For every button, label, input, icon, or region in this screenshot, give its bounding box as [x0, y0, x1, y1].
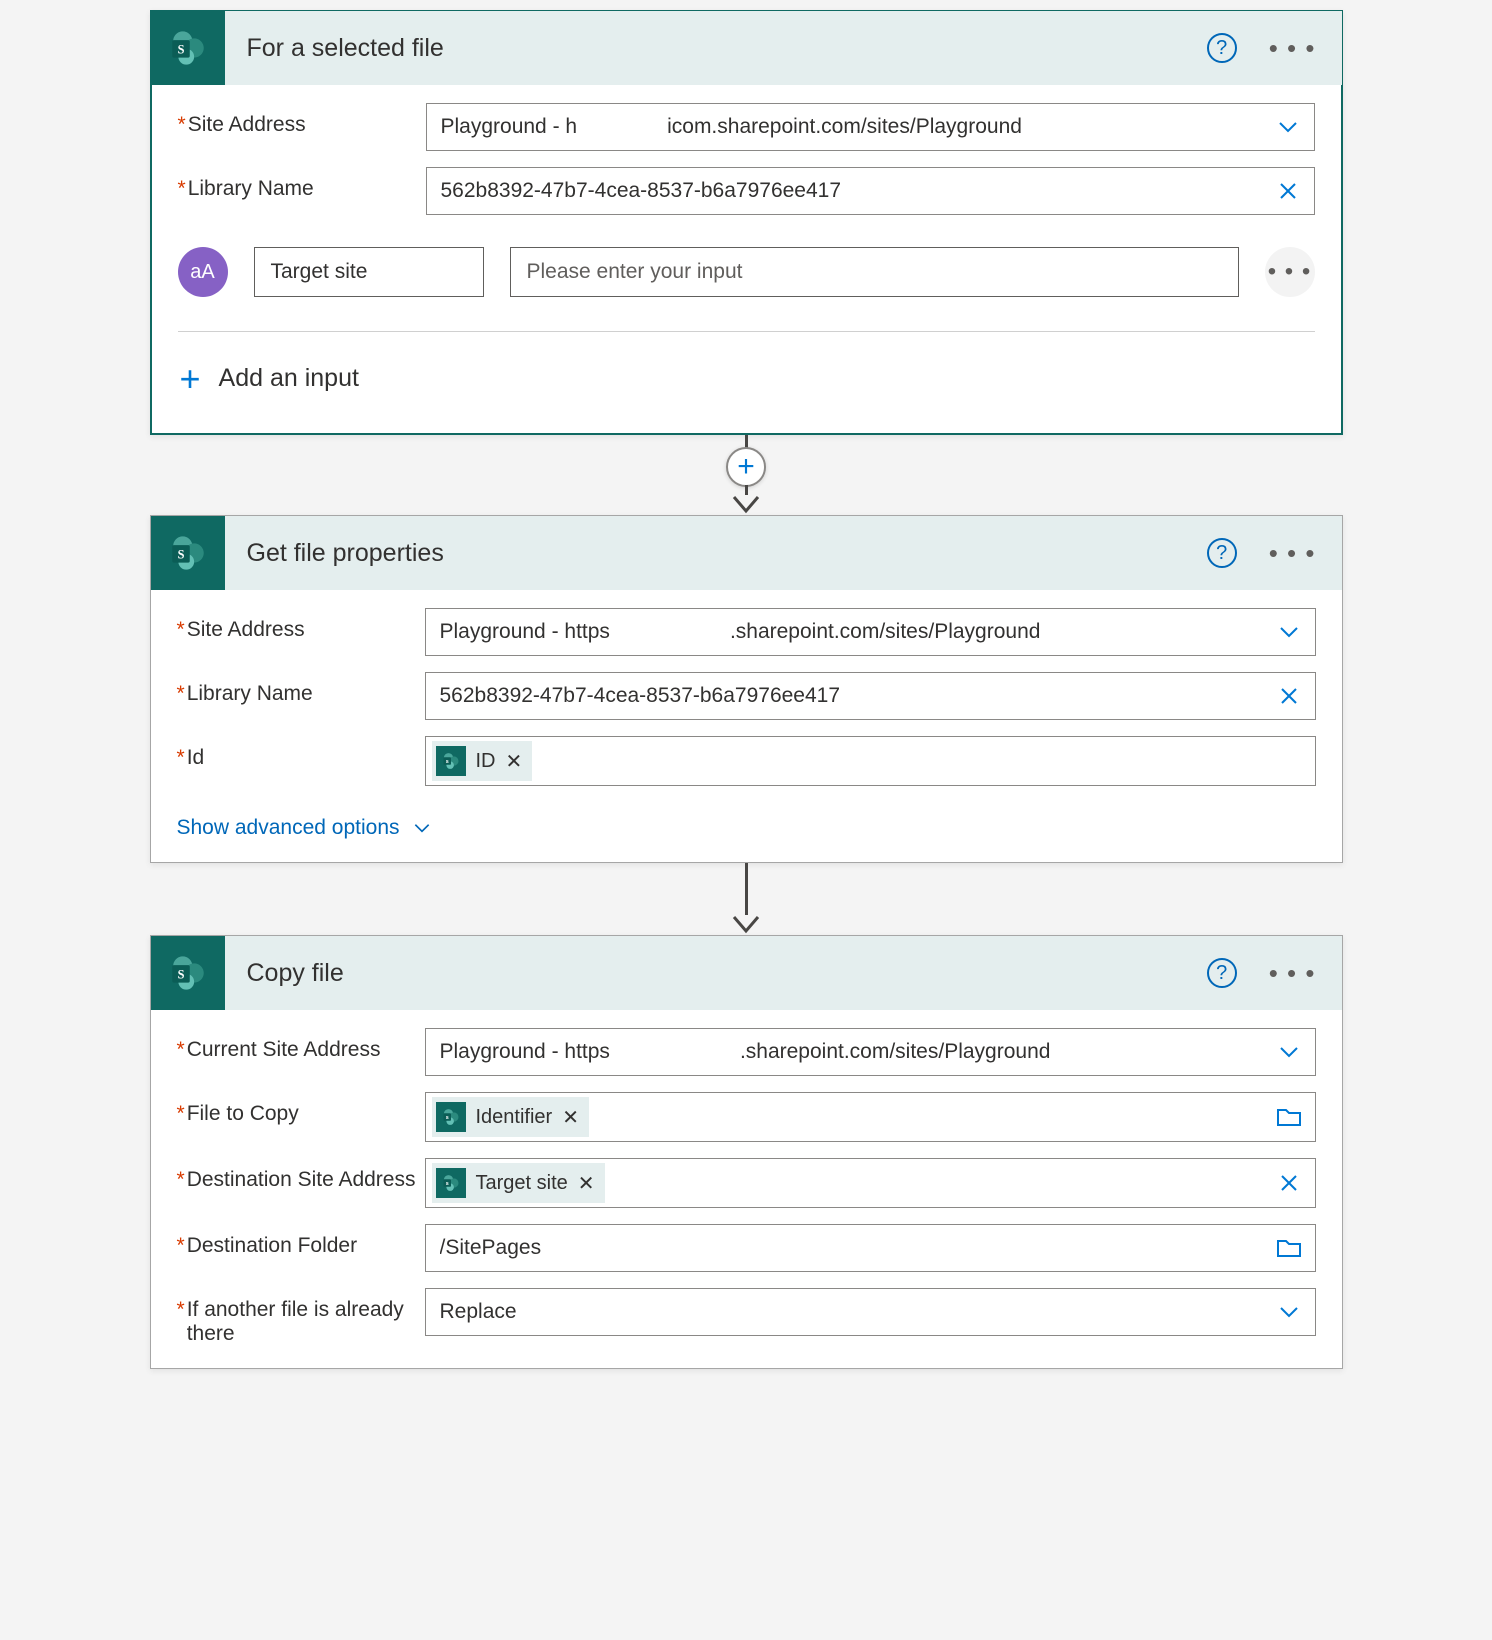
chevron-down-icon[interactable]: [1267, 620, 1311, 644]
dest-folder-label: *Destination Folder: [177, 1224, 425, 1258]
get-properties-card: S Get file properties ? • • • *Site Addr…: [150, 515, 1343, 863]
chevron-down-icon[interactable]: [1267, 1300, 1311, 1324]
if-exists-combo[interactable]: Replace: [425, 1288, 1316, 1336]
current-site-label: *Current Site Address: [177, 1028, 425, 1062]
clear-x-icon[interactable]: [1267, 684, 1311, 708]
user-input-name[interactable]: Target site: [254, 247, 484, 297]
sharepoint-icon: S: [151, 516, 225, 590]
plus-icon: +: [180, 367, 201, 391]
card-header[interactable]: S For a selected file ? • • •: [151, 11, 1342, 85]
user-input-row: aA Target site Please enter your input •…: [178, 231, 1315, 332]
token-label: Identifier: [476, 1106, 553, 1129]
dynamic-token-id[interactable]: s ID ✕: [432, 741, 533, 781]
help-icon[interactable]: ?: [1207, 33, 1237, 63]
user-input-more-icon[interactable]: • • •: [1265, 247, 1315, 297]
clear-x-icon[interactable]: [1267, 1171, 1311, 1195]
token-label: ID: [476, 750, 496, 773]
show-advanced-link[interactable]: Show advanced options: [177, 802, 1316, 840]
site-address-combo[interactable]: Playground - https.sharepoint.com/sites/…: [425, 608, 1316, 656]
id-field[interactable]: s ID ✕: [425, 736, 1316, 786]
library-name-label: *Library Name: [177, 672, 425, 706]
dest-folder-field[interactable]: /SitePages: [425, 1224, 1316, 1272]
current-site-combo[interactable]: Playground - https.sharepoint.com/sites/…: [425, 1028, 1316, 1076]
folder-picker-icon[interactable]: [1267, 1237, 1311, 1259]
library-name-label: *Library Name: [178, 167, 426, 201]
card-header[interactable]: S Copy file ? • • •: [151, 936, 1342, 1010]
chevron-down-icon[interactable]: [1266, 115, 1310, 139]
site-address-label: *Site Address: [177, 608, 425, 642]
copy-file-card: S Copy file ? • • • *Current Site Addres…: [150, 935, 1343, 1369]
svg-text:s: s: [445, 1181, 448, 1187]
user-input-placeholder[interactable]: Please enter your input: [510, 247, 1239, 297]
sharepoint-icon: S: [151, 936, 225, 1010]
dynamic-token-target-site[interactable]: s Target site ✕: [432, 1163, 605, 1203]
sharepoint-icon: s: [436, 1102, 466, 1132]
chevron-down-icon: [412, 818, 432, 838]
more-actions-icon[interactable]: • • •: [1261, 548, 1324, 558]
sharepoint-icon: S: [151, 11, 225, 85]
svg-text:s: s: [445, 1115, 448, 1121]
card-title: Copy file: [225, 959, 1207, 988]
dynamic-token-identifier[interactable]: s Identifier ✕: [432, 1097, 589, 1137]
folder-picker-icon[interactable]: [1267, 1106, 1311, 1128]
svg-text:s: s: [445, 759, 448, 765]
site-address-label: *Site Address: [178, 103, 426, 137]
sharepoint-icon: s: [436, 1168, 466, 1198]
file-to-copy-label: *File to Copy: [177, 1092, 425, 1126]
library-name-combo[interactable]: 562b8392-47b7-4cea-8537-b6a7976ee417: [425, 672, 1316, 720]
token-remove-icon[interactable]: ✕: [562, 1105, 579, 1130]
trigger-card: S For a selected file ? • • • *Site Addr…: [150, 10, 1343, 435]
help-icon[interactable]: ?: [1207, 958, 1237, 988]
svg-text:S: S: [177, 967, 184, 981]
arrow-down-icon: [732, 495, 760, 515]
if-exists-label: *If another file is already there: [177, 1288, 425, 1346]
help-icon[interactable]: ?: [1207, 538, 1237, 568]
card-title: For a selected file: [225, 34, 1207, 63]
token-remove-icon[interactable]: ✕: [506, 749, 523, 774]
text-type-icon: aA: [178, 247, 228, 297]
token-remove-icon[interactable]: ✕: [578, 1171, 595, 1196]
library-name-combo[interactable]: 562b8392-47b7-4cea-8537-b6a7976ee417: [426, 167, 1315, 215]
dest-site-label: *Destination Site Address: [177, 1158, 425, 1192]
svg-text:S: S: [177, 42, 184, 56]
more-actions-icon[interactable]: • • •: [1261, 43, 1324, 53]
card-title: Get file properties: [225, 539, 1207, 568]
file-to-copy-field[interactable]: s Identifier ✕: [425, 1092, 1316, 1142]
id-label: *Id: [177, 736, 425, 770]
site-address-combo[interactable]: Playground - hicom.sharepoint.com/sites/…: [426, 103, 1315, 151]
sharepoint-icon: s: [436, 746, 466, 776]
add-input-label: Add an input: [219, 364, 359, 393]
token-label: Target site: [476, 1172, 568, 1195]
dest-site-field[interactable]: s Target site ✕: [425, 1158, 1316, 1208]
card-header[interactable]: S Get file properties ? • • •: [151, 516, 1342, 590]
add-step-button[interactable]: +: [726, 447, 766, 487]
more-actions-icon[interactable]: • • •: [1261, 968, 1324, 978]
svg-text:S: S: [177, 547, 184, 561]
arrow-down-icon: [732, 915, 760, 935]
chevron-down-icon[interactable]: [1267, 1040, 1311, 1064]
add-input-button[interactable]: + Add an input: [178, 342, 1315, 411]
clear-x-icon[interactable]: [1266, 179, 1310, 203]
